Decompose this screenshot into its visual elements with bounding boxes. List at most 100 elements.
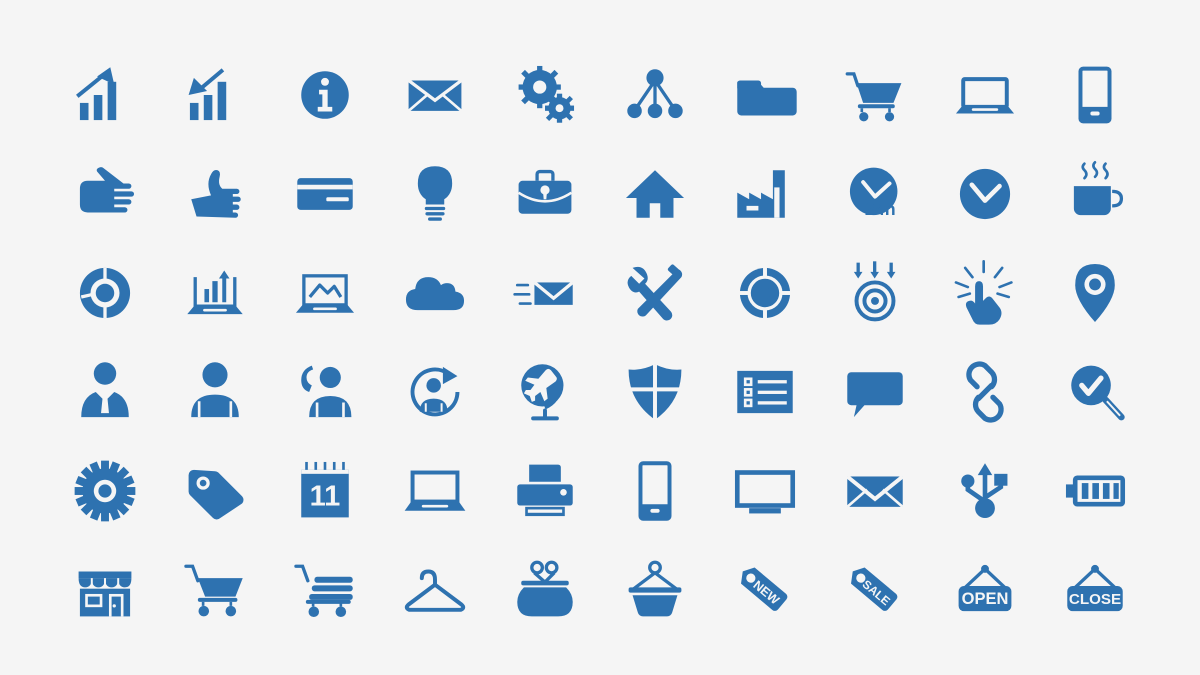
icon-cell-mail-envelope[interactable]: Mail envelope: [820, 441, 930, 540]
icon-cell-cart-stripes[interactable]: Shopping cart with items: [270, 540, 380, 639]
smartphone-icon: [1078, 66, 1112, 123]
icon-cell-target-arrows[interactable]: Target with arrows: [820, 243, 930, 342]
new-tag-icon: NEW: [741, 566, 788, 611]
bar-chart-arrow-down-icon: [188, 67, 227, 120]
icon-cell-fast-mail[interactable]: Fast email delivery: [490, 243, 600, 342]
icon-cell-bar-chart-arrow-down[interactable]: Chart with down arrow: [160, 45, 270, 144]
icon-cell-bar-chart-arrow-up[interactable]: Growth chart with up arrow: [50, 45, 160, 144]
icon-cell-price-tag[interactable]: Price tag: [160, 441, 270, 540]
icon-cell-network-hierarchy[interactable]: Network hierarchy: [600, 45, 710, 144]
icon-cell-shield[interactable]: Security shield: [600, 342, 710, 441]
coffee-cup-icon: [1073, 160, 1124, 215]
icon-cell-printer[interactable]: Printer: [490, 441, 600, 540]
icon-cell-coin-purse[interactable]: Coin purse wallet: [490, 540, 600, 639]
tv-monitor-icon: [734, 469, 796, 513]
icon-cell-laptop[interactable]: Laptop: [930, 45, 1040, 144]
shopping-basket-icon: [628, 560, 682, 616]
icon-cell-info-circle[interactable]: Information: [270, 45, 380, 144]
support-agent-icon: [301, 365, 352, 417]
icon-cell-sale-tag[interactable]: SALE Sale tag: [820, 540, 930, 639]
donut-chart-icon: [79, 267, 131, 318]
shopping-cart-icon: [845, 71, 902, 121]
clock-24h-icon: 24h: [849, 167, 898, 219]
laptop-image-icon: [295, 273, 355, 313]
info-circle-icon: [301, 70, 349, 119]
businessman-icon: [81, 361, 129, 417]
icon-cell-shopping-cart[interactable]: Shopping cart: [820, 45, 930, 144]
icon-cell-laptop-image[interactable]: Laptop with image: [270, 243, 380, 342]
network-hierarchy-icon: [627, 68, 683, 118]
icon-cell-folder[interactable]: Folder: [710, 45, 820, 144]
icon-cell-monitor-laptop[interactable]: Open laptop: [380, 441, 490, 540]
icon-cell-usb[interactable]: USB connector: [930, 441, 1040, 540]
icon-cell-open-sign[interactable]: OPEN Open sign: [930, 540, 1040, 639]
icon-cell-smartphone[interactable]: Smartphone: [1040, 45, 1150, 144]
mobile-phone-icon: [638, 460, 672, 521]
mail-envelope-icon: [846, 474, 904, 508]
icon-cell-clock[interactable]: Clock: [930, 144, 1040, 243]
icon-cell-coffee-cup[interactable]: Hot coffee cup: [1040, 144, 1150, 243]
icon-cell-close-sign[interactable]: CLOSE Close sign: [1040, 540, 1150, 639]
envelope-icon: [407, 78, 463, 112]
icon-cell-mobile-phone[interactable]: Mobile phone: [600, 441, 710, 540]
clock-icon: [959, 168, 1011, 219]
icon-cell-user[interactable]: User person: [160, 342, 270, 441]
icon-cell-cloud[interactable]: Cloud: [380, 243, 490, 342]
icon-cell-pointing-hand[interactable]: Pointing hand: [50, 144, 160, 243]
icon-cell-gear[interactable]: Gear settings: [50, 441, 160, 540]
icon-cell-envelope[interactable]: Email envelope: [380, 45, 490, 144]
credit-card-icon: [297, 177, 353, 210]
usb-icon: [961, 462, 1008, 518]
icon-cell-shopping-basket[interactable]: Shopping basket: [600, 540, 710, 639]
icon-cell-calendar[interactable]: 11 Calendar day 11: [270, 441, 380, 540]
icon-cell-cart-outline[interactable]: Shopping cart outline: [160, 540, 270, 639]
icon-cell-chain-link[interactable]: Chain link: [930, 342, 1040, 441]
icon-cell-map-pin[interactable]: Map location pin: [1040, 243, 1150, 342]
battery-icon: [1065, 474, 1126, 507]
open-sign-icon: OPEN: [958, 564, 1012, 611]
thumbs-up-icon: [191, 169, 241, 218]
icon-cell-search-check[interactable]: Verified search: [1040, 342, 1150, 441]
icon-cell-clock-24h[interactable]: 24h 24 hour service: [820, 144, 930, 243]
icon-cell-support-agent[interactable]: Customer support agent: [270, 342, 380, 441]
icon-cell-credit-card[interactable]: Credit card: [270, 144, 380, 243]
open-sign-text: OPEN: [962, 589, 1009, 607]
bar-chart-arrow-up-icon: [76, 66, 117, 120]
icon-cell-user-refresh[interactable]: Returning customer: [380, 342, 490, 441]
lightbulb-icon: [417, 165, 453, 221]
icon-cell-new-tag[interactable]: NEW New tag: [710, 540, 820, 639]
icon-cell-speech-bubble[interactable]: Speech bubble: [820, 342, 930, 441]
calendar-icon: 11: [301, 461, 349, 517]
map-pin-icon: [1075, 263, 1115, 322]
storefront-icon: [78, 571, 132, 616]
icon-cell-tv-monitor[interactable]: TV monitor: [710, 441, 820, 540]
pointing-hand-icon: [79, 166, 135, 212]
icon-cell-battery[interactable]: Battery charge: [1040, 441, 1150, 540]
icon-cell-home[interactable]: Home: [600, 144, 710, 243]
icon-cell-click-hand[interactable]: Click pointer hand: [930, 243, 1040, 342]
target-arrows-icon: [853, 260, 896, 321]
icon-cell-storefront[interactable]: Store shop front: [50, 540, 160, 639]
icon-cell-thumbs-up[interactable]: Thumbs up: [160, 144, 270, 243]
icon-cell-globe-airplane[interactable]: Global travel: [490, 342, 600, 441]
icon-sheet: Growth chart with up arrow Chart with do…: [0, 0, 1200, 675]
clock-24h-text: 24h: [865, 199, 896, 219]
icon-cell-clothes-hanger[interactable]: Clothes hanger: [380, 540, 490, 639]
home-icon: [625, 169, 685, 218]
checklist-icon: [737, 370, 793, 413]
sale-tag-icon: SALE: [851, 566, 898, 611]
icon-cell-factory[interactable]: Factory: [710, 144, 820, 243]
icon-cell-laptop-growth-chart[interactable]: Laptop with growth chart: [160, 243, 270, 342]
icon-cell-gears[interactable]: Settings gears: [490, 45, 600, 144]
icon-cell-tools[interactable]: Wrench and screwdriver tools: [600, 243, 710, 342]
icon-cell-lightbulb[interactable]: Light bulb idea: [380, 144, 490, 243]
icon-grid: Growth chart with up arrow Chart with do…: [50, 45, 1150, 635]
icon-cell-briefcase-lock[interactable]: Secure briefcase: [490, 144, 600, 243]
search-check-icon: [1071, 365, 1125, 420]
icon-cell-businessman[interactable]: Businessman with tie: [50, 342, 160, 441]
icon-cell-crosshair-target[interactable]: Crosshair target: [710, 243, 820, 342]
icon-cell-checklist[interactable]: Checklist: [710, 342, 820, 441]
click-hand-icon: [954, 259, 1013, 325]
icon-cell-donut-chart[interactable]: Donut chart: [50, 243, 160, 342]
fast-mail-icon: [513, 280, 574, 305]
